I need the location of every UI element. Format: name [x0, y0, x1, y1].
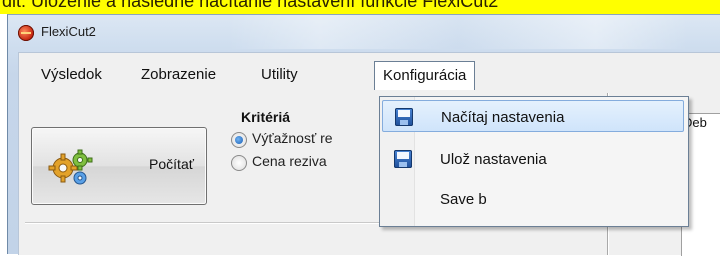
floppy-disk-icon	[394, 150, 412, 168]
menu-item-save-b-label: Save b	[440, 191, 487, 208]
menu-item-save-b[interactable]: Save b	[382, 183, 684, 215]
caption-text: dit: Uloženie a následné načítanie nasta…	[2, 0, 499, 11]
radio-lumber-price[interactable]	[231, 155, 247, 171]
menu-item-save-settings[interactable]: Ulož nastavenia	[382, 143, 684, 175]
radio-yield[interactable]	[231, 132, 247, 148]
menu-item-save-settings-label: Ulož nastavenia	[440, 151, 547, 168]
radio-yield-label[interactable]: Výťažnosť re	[252, 130, 333, 146]
menu-item-load-settings[interactable]: Načítaj nastavenia	[382, 100, 684, 132]
criteria-title: Kritériá	[241, 109, 291, 125]
caption-bar: dit: Uloženie a následné načítanie nasta…	[0, 0, 720, 14]
menu-konfiguracia[interactable]: Konfigurácia	[374, 61, 476, 90]
compute-button[interactable]: Počítať	[31, 127, 207, 205]
radio-lumber-price-label[interactable]: Cena reziva	[252, 153, 327, 169]
menu-item-load-settings-label: Načítaj nastavenia	[441, 109, 565, 126]
menu-bar: Výsledok Zobrazenie Utility Konfigurácia	[19, 53, 720, 97]
compute-button-label: Počítať	[149, 156, 194, 172]
app-logo-icon	[18, 25, 34, 41]
menu-vysledok[interactable]: Výsledok	[33, 61, 110, 89]
konfiguracia-dropdown: Načítaj nastavenia Ulož nastavenia Save …	[379, 96, 689, 227]
menu-zobrazenie[interactable]: Zobrazenie	[133, 61, 224, 89]
window-title: FlexiCut2	[41, 24, 96, 39]
title-bar-glare	[228, 15, 688, 49]
title-bar[interactable]: FlexiCut2	[8, 15, 720, 49]
client-area: Výsledok Zobrazenie Utility Konfigurácia	[18, 52, 720, 256]
gears-icon	[48, 149, 93, 185]
floppy-disk-icon	[395, 108, 413, 126]
menu-utility[interactable]: Utility	[253, 61, 306, 89]
app-window: FlexiCut2 Výsledok Zobrazenie Utility Ko…	[7, 14, 720, 256]
